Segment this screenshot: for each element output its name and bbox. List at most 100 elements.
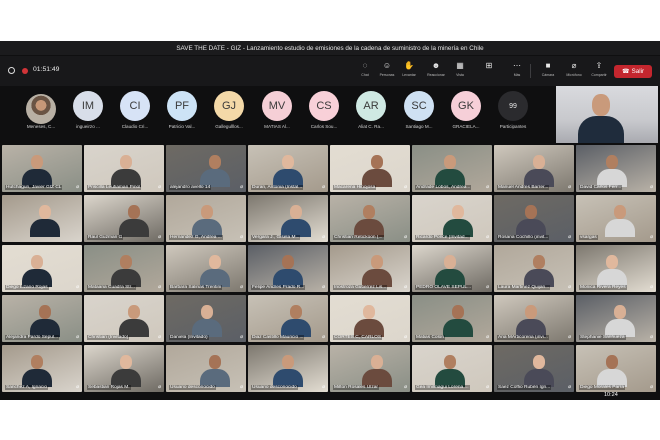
video-tile[interactable]: Ricardo Ponce (Invitad... ⌀ xyxy=(412,195,492,242)
video-tile[interactable]: vsargas ⌀ xyxy=(576,195,656,242)
avatar[interactable]: IM ingueirzo ... xyxy=(63,91,113,135)
person-silhouette xyxy=(192,205,222,237)
video-tile[interactable]: Vergara J., Gisela M... ⌀ xyxy=(248,195,328,242)
mic-off-icon: ⌀ xyxy=(76,335,79,340)
video-tile[interactable]: Christian Retickoon (... ⌀ xyxy=(330,195,410,242)
mic-off-icon: ⌀ xyxy=(158,285,161,290)
person-silhouette xyxy=(30,305,60,337)
camera-button[interactable]: ■ Cámara xyxy=(537,61,559,81)
video-tile[interactable]: Diego Morales Parra ⌀ xyxy=(576,345,656,392)
share-button[interactable]: ⇪ Compartir xyxy=(588,61,610,81)
person-silhouette xyxy=(362,155,392,187)
video-tile[interactable]: Mataana Cuadra Str... ⌀ xyxy=(84,245,164,292)
mic-off-icon: ⌀ xyxy=(568,335,571,340)
react-button[interactable]: ☻ Reaccionar xyxy=(425,61,447,81)
video-tile[interactable]: Duran, Antonia (Instal... ⌀ xyxy=(248,145,328,192)
video-tile[interactable]: Macarena Hinojosa ⌀ xyxy=(330,145,410,192)
video-tile[interactable]: alejandro avello 14 ⌀ xyxy=(166,145,246,192)
video-tile[interactable]: Milton Rosales Ulzar ⌀ xyxy=(330,345,410,392)
video-tile[interactable]: Felipe Andres Prado R... ⌀ xyxy=(248,245,328,292)
chat-button[interactable]: ◌ Chat xyxy=(354,61,376,81)
participant-name: Priscilla Leufiaman Pinol xyxy=(87,185,142,190)
more-button[interactable]: ⋯ Más xyxy=(506,61,528,81)
video-tile[interactable]: David Carlos Ferr... ⌀ xyxy=(576,145,656,192)
video-tile[interactable]: Stephanie Sanhueza ⌀ xyxy=(576,295,656,342)
avatar[interactable]: CS Carlos Sou... xyxy=(299,91,349,135)
avatar[interactable]: AR Aliat C. Ra... xyxy=(346,91,396,135)
video-tile[interactable]: Ana MArticorena (invi... ⌀ xyxy=(494,295,574,342)
participant-name: CORTES C, CARLOS xyxy=(333,335,383,340)
video-tile[interactable]: Hutchagun, Javier GIZ CL ⌀ xyxy=(2,145,82,192)
leave-button[interactable]: ☎ Salir xyxy=(614,65,652,78)
view-icon: ▦ xyxy=(456,61,464,70)
person-silhouette xyxy=(524,355,554,387)
video-tile[interactable]: Diaz Castillo Mauricio ... ⌀ xyxy=(248,295,328,342)
video-tile[interactable]: Matias Colon ⌀ xyxy=(412,295,492,342)
participant-name: Vergara J., Gisela M... xyxy=(251,235,301,240)
mic-off-icon: ⌀ xyxy=(404,285,407,290)
participant-name: Inostroza Gutierrez Lis... xyxy=(333,285,388,290)
video-tile[interactable]: Raul Guzman G ⌀ xyxy=(84,195,164,242)
avatar[interactable]: PF Patricio Val... xyxy=(157,91,207,135)
video-tile[interactable]: Manuel Andres Barrer... ⌀ xyxy=(494,145,574,192)
mic-off-icon: ⌀ xyxy=(650,185,653,190)
raise-hand-icon: ✋ xyxy=(404,61,414,70)
participant-count[interactable]: 99 xyxy=(498,91,528,121)
mic-off-icon: ⌀ xyxy=(240,335,243,340)
video-tile[interactable]: Usuario desconocido ⌀ xyxy=(166,345,246,392)
video-tile[interactable]: Sanchez A, Ignacio ⌀ xyxy=(2,345,82,392)
video-tile[interactable]: Monica Rivera Reyes ⌀ xyxy=(576,245,656,292)
person-silhouette xyxy=(200,155,230,187)
video-tile[interactable]: Diego Lizano Rojas ⌀ xyxy=(2,245,82,292)
person-silhouette xyxy=(597,255,627,287)
title-bar: SAVE THE DATE - GIZ - Lanzamiento estudi… xyxy=(0,41,660,55)
video-tile[interactable]: Hernandez G, Andrea ... ⌀ xyxy=(166,195,246,242)
people-button[interactable]: ☺ Personas xyxy=(376,61,398,81)
person-silhouette xyxy=(362,355,392,387)
video-tile[interactable]: Christian (Invitado) ⌀ xyxy=(84,295,164,342)
person-silhouette xyxy=(578,116,624,143)
rooms-button[interactable]: ⊞ xyxy=(478,61,500,81)
video-tile[interactable]: Daniela (Invitado) ⌀ xyxy=(166,295,246,342)
person-silhouette xyxy=(354,205,384,237)
avatar[interactable]: SC Santiago M... xyxy=(394,91,444,135)
video-tile[interactable]: Alejandra Pardo Sepul... ⌀ xyxy=(2,295,82,342)
video-tile[interactable]: Priscilla Leufiaman Pinol ⌀ xyxy=(84,145,164,192)
video-tile[interactable] xyxy=(2,195,82,242)
self-video-preview[interactable] xyxy=(556,86,658,143)
video-tile[interactable]: Sebastian Rojas M. ⌀ xyxy=(84,345,164,392)
video-tile[interactable]: Inostroza Gutierrez Lis... ⌀ xyxy=(330,245,410,292)
leave-label: Salir xyxy=(631,68,645,75)
participant-name: Diego Lizano Rojas xyxy=(5,285,49,290)
person-silhouette xyxy=(119,305,149,337)
page-background xyxy=(0,400,660,440)
raise-hand-button[interactable]: ✋ Levantar xyxy=(398,61,420,81)
avatar[interactable]: GJ Gallegulllos... xyxy=(204,91,254,135)
video-tile[interactable]: Usuario desconocido ⌀ xyxy=(248,345,328,392)
person-silhouette xyxy=(30,205,60,237)
person-silhouette xyxy=(524,255,554,287)
person-silhouette xyxy=(273,355,303,387)
mic-button[interactable]: ⌀ Micrófono xyxy=(563,61,585,81)
video-tile[interactable]: Andrade Lobos, Andrea... ⌀ xyxy=(412,145,492,192)
avatar[interactable]: GK GRACIELA... xyxy=(441,91,491,135)
participant-name: Sebastian Rojas M. xyxy=(87,385,131,390)
avatar[interactable]: Meneses, C... xyxy=(16,91,66,135)
view-button[interactable]: ▦ Vista xyxy=(449,61,471,81)
mic-off-icon: ⌀ xyxy=(322,185,325,190)
video-tile[interactable]: Barbara Salinas Trentini ⌀ xyxy=(166,245,246,292)
person-silhouette xyxy=(605,305,635,337)
phone-icon: ☎ xyxy=(621,68,630,75)
mic-off-icon: ⌀ xyxy=(322,335,325,340)
avatar[interactable]: CI Claudio Cri... xyxy=(110,91,160,135)
video-tile[interactable]: PEDRO OLAVE SEPUL... ⌀ xyxy=(412,245,492,292)
person-silhouette xyxy=(524,155,554,187)
person-silhouette xyxy=(281,205,311,237)
video-tile[interactable]: Saez Coffio Rubén Ign... ⌀ xyxy=(494,345,574,392)
mic-off-icon: ⌀ xyxy=(486,285,489,290)
video-tile[interactable]: Laura Martinez Quijan... ⌀ xyxy=(494,245,574,292)
video-tile[interactable]: Rosana Cochillo (invit... ⌀ xyxy=(494,195,574,242)
avatar[interactable]: MV MATIAS Al... xyxy=(252,91,302,135)
video-tile[interactable]: Gea Imilmagui Lorena ... ⌀ xyxy=(412,345,492,392)
video-tile[interactable]: CORTES C, CARLOS ⌀ xyxy=(330,295,410,342)
